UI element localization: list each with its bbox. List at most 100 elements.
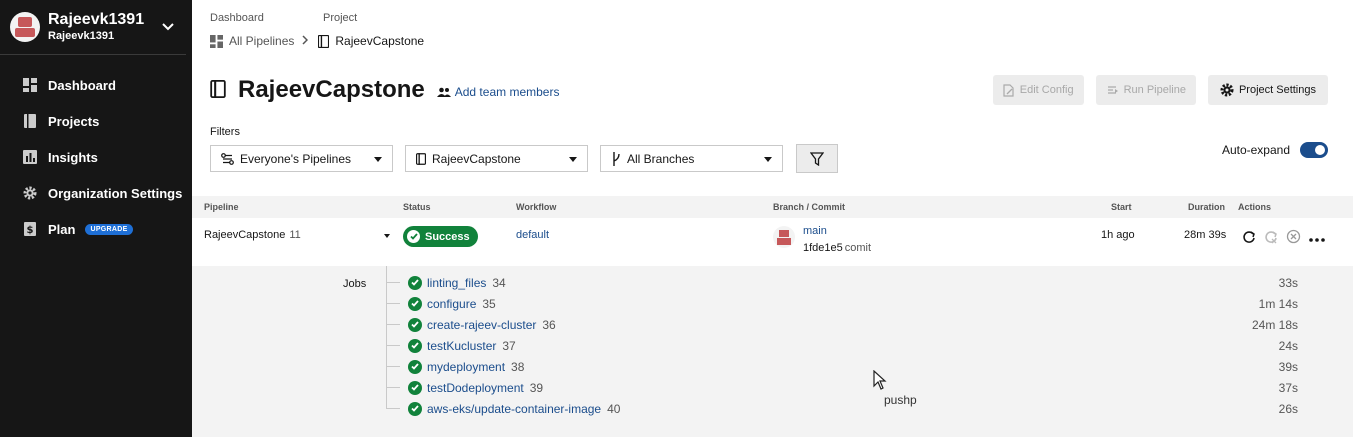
header-actions: Edit Config Run Pipeline Project Setting…	[992, 75, 1328, 105]
gear-icon	[1220, 83, 1234, 97]
project-settings-label[interactable]: Project Settings	[1239, 84, 1316, 96]
row-actions	[1242, 229, 1325, 247]
sidebar-item-dashboard[interactable]: Dashboard	[0, 67, 192, 103]
commit-message: comit	[844, 242, 872, 254]
branch-icon	[613, 151, 620, 166]
list-item[interactable]: mydeployment 38 39s	[386, 356, 1298, 377]
project-filter-value[interactable]: RajeevCapstone	[432, 152, 521, 166]
org-switcher[interactable]: Rajeevk1391 Rajeevk1391	[0, 0, 186, 55]
edit-config-label[interactable]: Edit Config	[1020, 84, 1074, 96]
avatar	[773, 226, 795, 248]
pipelines-icon	[221, 152, 234, 165]
book-icon	[22, 113, 38, 129]
pipelines-table: Pipeline Status Workflow Branch / Commit…	[192, 196, 1353, 437]
job-name[interactable]: testKucluster	[427, 339, 496, 353]
branches-filter-select[interactable]: All Branches	[600, 145, 783, 172]
success-icon	[408, 296, 422, 311]
job-duration: 24m 18s	[1251, 317, 1298, 332]
col-actions: Actions	[1238, 202, 1272, 212]
rerun-failed-icon[interactable]	[1264, 230, 1278, 247]
job-number: 38	[511, 359, 525, 374]
list-item[interactable]: linting_files 34 33s	[386, 272, 1298, 293]
pipeline-number: 11	[289, 229, 301, 241]
breadcrumb-current: RajeevCapstone	[318, 34, 424, 48]
workflow-link[interactable]: default	[516, 229, 549, 241]
list-item[interactable]: aws-eks/update-container-image 40 26s	[386, 398, 1298, 419]
pipeline-name[interactable]: RajeevCapstone 11	[204, 229, 301, 241]
job-number: 35	[482, 296, 496, 311]
col-pipeline: Pipeline	[204, 202, 239, 212]
success-icon	[408, 338, 422, 353]
sidebar: Rajeevk1391 Rajeevk1391 Dashboard Projec…	[0, 0, 192, 437]
list-item[interactable]: testKucluster 37 24s	[386, 335, 1298, 356]
cancel-icon[interactable]	[1286, 229, 1301, 247]
breadcrumb-all-pipelines[interactable]: All Pipelines	[210, 34, 294, 48]
job-number: 34	[492, 275, 506, 290]
col-workflow: Workflow	[516, 202, 557, 212]
branch-link[interactable]: main	[803, 225, 827, 237]
breadcrumb-link-text[interactable]: All Pipelines	[229, 34, 294, 48]
status-text: Success	[425, 230, 470, 243]
chevron-down-icon	[374, 157, 382, 162]
success-icon	[408, 401, 422, 416]
add-team-members-link[interactable]: Add team members	[436, 85, 560, 99]
job-number: 40	[607, 401, 621, 416]
sidebar-item-plan[interactable]: $ Plan UPGRADE	[0, 211, 192, 247]
pipelines-filter-value[interactable]: Everyone's Pipelines	[240, 152, 351, 166]
jobs-panel: Jobs linting_files 34 33s configure 35 1…	[204, 266, 1334, 425]
org-name: Rajeevk1391	[48, 11, 145, 28]
job-name[interactable]: create-rajeev-cluster	[427, 318, 536, 332]
auto-expand-toggle[interactable]	[1300, 142, 1328, 158]
book-icon	[416, 152, 426, 165]
team-icon	[436, 87, 451, 97]
chevron-down-icon	[569, 157, 577, 162]
list-item[interactable]: configure 35 1m 14s	[386, 293, 1298, 314]
pipeline-name-text[interactable]: RajeevCapstone	[204, 229, 285, 241]
more-icon[interactable]	[1309, 231, 1325, 245]
sidebar-item-organization-settings[interactable]: Organization Settings	[0, 175, 192, 211]
add-team-label[interactable]: Add team members	[455, 85, 560, 99]
avatar	[10, 12, 40, 42]
success-icon	[408, 317, 422, 332]
branches-filter-value[interactable]: All Branches	[627, 152, 694, 166]
pipelines-filter-select[interactable]: Everyone's Pipelines	[210, 145, 393, 172]
filter-icon-button[interactable]	[796, 144, 838, 173]
chevron-down-icon[interactable]	[384, 234, 390, 238]
chevron-right-icon	[302, 34, 309, 48]
success-icon	[408, 359, 422, 374]
check-icon	[407, 230, 420, 243]
filters-label: Filters	[210, 126, 240, 138]
breadcrumb-label-project: Project	[323, 12, 358, 24]
sidebar-item-insights[interactable]: Insights	[0, 139, 192, 175]
job-name[interactable]: mydeployment	[427, 360, 505, 374]
table-row[interactable]: RajeevCapstone 11 Success default main 1f…	[192, 218, 1353, 266]
list-item[interactable]: create-rajeev-cluster 36 24m 18s	[386, 314, 1298, 335]
job-name[interactable]: aws-eks/update-container-image	[427, 402, 601, 416]
status-badge: Success	[403, 226, 478, 247]
edit-config-button[interactable]: Edit Config	[992, 75, 1084, 105]
page-header: RajeevCapstone Add team members	[210, 76, 559, 104]
run-pipeline-label[interactable]: Run Pipeline	[1124, 84, 1186, 96]
project-settings-button[interactable]: Project Settings	[1207, 75, 1328, 105]
run-pipeline-button[interactable]: Run Pipeline	[1095, 75, 1196, 105]
chart-icon	[22, 149, 38, 165]
duration: 28m 39s	[1184, 229, 1227, 241]
project-filter-select[interactable]: RajeevCapstone	[405, 145, 588, 172]
job-name[interactable]: linting_files	[427, 276, 486, 290]
sidebar-item-label: Insights	[48, 149, 98, 165]
job-name[interactable]: configure	[427, 297, 476, 311]
upgrade-badge[interactable]: UPGRADE	[85, 223, 133, 235]
col-status: Status	[403, 202, 431, 212]
col-duration: Duration	[1188, 202, 1225, 212]
col-start: Start	[1111, 202, 1132, 212]
svg-text:$: $	[27, 225, 34, 236]
tooltip: pushp	[884, 393, 917, 407]
chevron-down-icon[interactable]	[160, 19, 176, 35]
sidebar-item-projects[interactable]: Projects	[0, 103, 192, 139]
commit-info[interactable]: 1fde1e5 comit	[803, 242, 871, 254]
commit-hash[interactable]: 1fde1e5	[803, 242, 843, 254]
rerun-icon[interactable]	[1242, 230, 1256, 247]
job-name[interactable]: testDodeployment	[427, 381, 524, 395]
list-item[interactable]: testDodeployment 39 37s	[386, 377, 1298, 398]
file-edit-icon	[1003, 83, 1014, 97]
